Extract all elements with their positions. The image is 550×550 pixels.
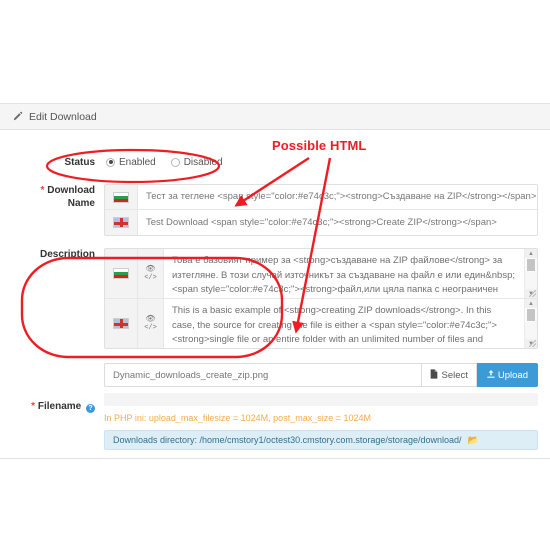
description-flag-cell-bg [105,249,138,298]
download-name-required: * [40,185,45,196]
filename-label: * Filename ? [12,400,104,413]
radio-disabled[interactable]: Disabled [170,156,223,168]
download-name-row: * Download Name Тест за теглене <span st… [0,184,550,236]
description-lang-table: 👁 </> Това е базовият пример за <strong>… [104,248,538,349]
description-row-en: 👁 </> This is a basic example of <strong… [105,299,537,348]
file-icon [430,368,438,382]
scrollbar-thumb[interactable] [527,259,535,271]
scrollbar-track[interactable] [525,322,537,339]
upload-button-label: Upload [497,369,528,381]
radio-disabled-label: Disabled [183,156,223,168]
download-name-flag-cell-bg [105,185,138,209]
radio-enabled-dot[interactable] [106,157,115,167]
scroll-up-arrow-icon[interactable]: ▲ [525,299,537,308]
radio-enabled-label: Enabled [119,156,156,168]
downloads-directory-text: Downloads directory: /home/cmstory1/octe… [113,435,462,445]
description-textarea-en[interactable]: This is a basic example of <strong>creat… [164,299,524,348]
filename-input[interactable]: Dynamic_downloads_create_zip.png [104,363,422,387]
description-tools-en: 👁 </> [138,299,164,348]
filename-label-text: Filename [37,401,82,412]
annotation-callout-text: Possible HTML [272,138,367,153]
screenshot-root: Edit Download Status Enabled Disabled * … [0,0,550,550]
php-ini-note: In PHP ini: upload_max_filesize = 1024M,… [104,413,371,423]
description-label: Description [39,249,95,260]
flag-english-icon [113,217,129,228]
panel-heading: Edit Download [0,104,550,130]
download-name-flag-cell-en [105,210,138,235]
filename-input-group: Dynamic_downloads_create_zip.png Select [104,363,538,387]
select-button[interactable]: Select [421,363,477,387]
scrollbar-track[interactable] [525,272,537,289]
flag-english-icon [113,318,129,329]
folder-open-icon[interactable]: 📂 [468,435,479,446]
scrollbar-thumb[interactable] [527,309,535,321]
description-scrollbar-bg[interactable]: ▲ ▼ [524,249,537,298]
panel-body: Status Enabled Disabled * Download Name … [0,130,550,458]
description-row-bg: 👁 </> Това е базовият пример за <strong>… [105,249,537,299]
eye-icon[interactable]: 👁 [145,315,155,323]
download-name-label-line2: Name [67,198,95,209]
select-button-label: Select [441,369,468,381]
code-icon[interactable]: </> [144,274,157,282]
download-name-label: * Download Name [12,184,104,210]
status-radio-group: Enabled Disabled [104,157,538,168]
pencil-icon [12,111,23,122]
eye-icon[interactable]: 👁 [145,265,155,273]
description-field: 👁 </> Това е базовият пример за <strong>… [104,248,538,349]
downloads-directory-bar: Downloads directory: /home/cmstory1/octe… [104,430,538,450]
flag-bulgaria-icon [113,191,129,203]
download-name-lang-table: Тест за теглене <span style="color:#e74c… [104,184,538,236]
flag-bulgaria-icon [113,268,129,279]
upload-icon [487,369,495,381]
filename-required: * [31,401,36,412]
description-scrollbar-en[interactable]: ▲ ▼ [524,299,537,348]
filename-row: * Filename ? Dynamic_downloads_create_zi… [0,363,550,450]
download-name-input-en[interactable]: Test Download <span style="color:#e74c3c… [138,210,537,235]
help-circle-icon[interactable]: ? [86,404,95,413]
description-flag-cell-en [105,299,138,348]
filename-field: Dynamic_downloads_create_zip.png Select [104,363,538,450]
download-name-label-line1: Download [47,185,95,196]
description-row: Description 👁 </> Това е базовият пример… [0,248,550,349]
radio-disabled-dot[interactable] [170,157,180,167]
resize-handle-icon[interactable] [529,340,536,347]
description-tools-bg: 👁 </> [138,249,164,298]
panel-heading-label: Edit Download [29,110,97,123]
download-name-row-en: Test Download <span style="color:#e74c3c… [105,210,537,235]
radio-enabled[interactable]: Enabled [106,157,156,168]
code-icon[interactable]: </> [144,324,157,332]
download-name-field: Тест за теглене <span style="color:#e74c… [104,184,538,236]
scroll-up-arrow-icon[interactable]: ▲ [525,249,537,258]
status-label: Status [64,156,95,168]
download-name-input-bg[interactable]: Тест за теглене <span style="color:#e74c… [138,185,537,209]
download-name-row-bg: Тест за теглене <span style="color:#e74c… [105,185,537,210]
description-textarea-bg[interactable]: Това е базовият пример за <strong>създав… [164,249,524,298]
status-field: Enabled Disabled [104,157,538,168]
resize-handle-icon[interactable] [529,290,536,297]
edit-download-panel: Edit Download Status Enabled Disabled * … [0,103,550,459]
upload-button[interactable]: Upload [476,363,538,387]
upload-progress-bar [104,393,538,406]
